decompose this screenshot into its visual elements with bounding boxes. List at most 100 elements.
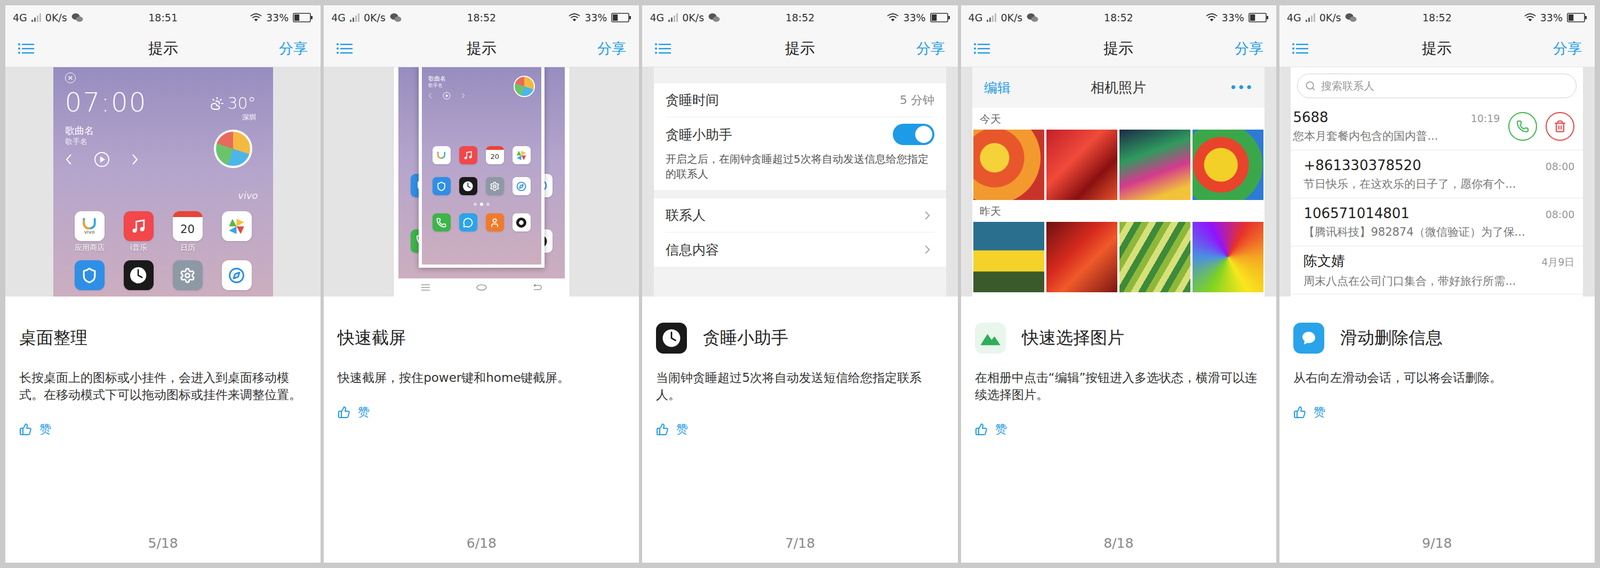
wechat-icon [71, 12, 84, 23]
network-type: 4G [649, 11, 664, 24]
play-icon[interactable] [442, 91, 451, 100]
photo-thumbnail[interactable] [1046, 221, 1118, 293]
setting-link-row[interactable]: 联系人 [665, 198, 935, 233]
camera-app-icon[interactable] [512, 213, 531, 232]
screenshot-thumbnail[interactable]: 歌曲名歌手名20 [418, 67, 545, 268]
photo-thumbnail[interactable] [973, 129, 1045, 200]
menu-button[interactable] [18, 42, 61, 55]
share-button[interactable]: 分享 [1220, 38, 1264, 59]
photo-thumbnail[interactable] [1192, 221, 1264, 293]
status-bar: 4G0K/s18:5233% [1279, 5, 1595, 30]
setting-row[interactable]: 贪睡时间5 分钟 [665, 83, 935, 118]
gallery-app-icon[interactable] [221, 211, 252, 242]
store-app-icon[interactable]: vivo [74, 211, 105, 242]
thumbs-up-icon [1293, 405, 1307, 419]
app-cell[interactable] [74, 260, 105, 291]
app-cell[interactable] [123, 260, 154, 291]
gear-app-icon[interactable] [172, 260, 203, 291]
app-cell[interactable] [221, 211, 252, 253]
like-button[interactable]: 赞 [337, 404, 370, 421]
app-cell[interactable]: vivo应用商店 [74, 211, 105, 253]
share-button[interactable]: 分享 [1539, 38, 1582, 59]
like-button[interactable]: 赞 [656, 421, 688, 438]
network-speed: 0K/s [1000, 11, 1023, 24]
network-type: 4G [331, 11, 346, 24]
store-app-icon[interactable] [432, 146, 451, 165]
search-field[interactable] [1297, 73, 1577, 99]
snooze-settings-page: 贪睡时间5 分钟贪睡小助手开启之后，在闹钟贪睡超过5次将自动发送信息给您指定的联… [653, 67, 947, 297]
like-button[interactable]: 赞 [1293, 404, 1326, 421]
home-key-icon[interactable] [475, 283, 488, 292]
clock-app-icon[interactable] [459, 177, 478, 196]
calendar-app-icon[interactable]: 20 [485, 146, 504, 165]
search-input[interactable] [1320, 78, 1569, 93]
close-button[interactable] [65, 72, 76, 84]
setting-label: 贪睡时间 [665, 91, 719, 109]
message-thread-row[interactable]: 陈文婧4月9日周末八点在公司门口集合，带好旅行所需... [1290, 246, 1583, 295]
phone-icon [436, 217, 447, 228]
delete-button[interactable] [1545, 112, 1575, 141]
share-button[interactable]: 分享 [583, 38, 627, 59]
photo-thumbnail[interactable] [1119, 129, 1191, 200]
browser-app-icon[interactable] [512, 177, 531, 196]
app-header: 提示分享 [1279, 29, 1595, 68]
setting-row[interactable]: 贪睡小助手 [665, 117, 935, 152]
clock-app-icon[interactable] [123, 260, 154, 291]
signal-icon [349, 13, 360, 22]
chat-bubble-icon [1293, 322, 1325, 354]
previous-icon[interactable] [65, 153, 73, 166]
gallery-app-icon[interactable] [512, 146, 531, 165]
phone-app-icon[interactable] [432, 213, 451, 232]
like-button[interactable]: 赞 [19, 421, 52, 438]
music-weather-widget: 07:00歌曲名歌手名30°深圳 [65, 83, 262, 190]
share-button[interactable]: 分享 [265, 38, 308, 59]
toggle-switch[interactable] [892, 123, 935, 146]
photo-thumbnail[interactable] [1119, 221, 1191, 293]
more-button[interactable]: ••• [1204, 80, 1253, 96]
music-app-icon[interactable] [123, 211, 154, 242]
menu-icon [973, 42, 990, 55]
status-bar: 4G0K/s18:5233% [323, 5, 639, 30]
menu-button[interactable] [1292, 42, 1335, 55]
message-thread-row[interactable]: +86133037852008:00节日快乐，在这欢乐的日子了，愿你有个... [1290, 150, 1583, 199]
app-cell[interactable] [172, 260, 203, 291]
menu-key-icon[interactable] [420, 283, 431, 292]
next-icon[interactable] [461, 92, 466, 99]
message-app-icon[interactable] [459, 213, 478, 232]
back-key-icon[interactable] [531, 283, 543, 292]
app-cell[interactable]: i音乐 [123, 211, 154, 253]
browser-app-icon[interactable] [221, 260, 252, 291]
music-app-icon[interactable] [459, 146, 478, 165]
like-button[interactable]: 赞 [974, 421, 1007, 438]
photo-thumbnail[interactable] [1046, 129, 1118, 200]
thread-name: 5688 [1292, 109, 1328, 126]
edit-button[interactable]: 编辑 [984, 78, 1032, 97]
compass-icon [228, 267, 245, 284]
photo-thumbnail[interactable] [1192, 129, 1264, 200]
call-button[interactable] [1508, 112, 1538, 141]
thumbs-up-icon [19, 422, 32, 436]
message-thread-row[interactable]: 568810:19您本月套餐内包含的国内普... [1290, 102, 1583, 151]
menu-button[interactable] [654, 42, 698, 55]
setting-link-row[interactable]: 信息内容 [665, 232, 935, 267]
share-button[interactable]: 分享 [902, 38, 946, 59]
next-icon[interactable] [131, 153, 139, 166]
shield-app-icon[interactable] [74, 260, 105, 291]
shield-icon [436, 181, 447, 192]
tip-title: 贪睡小助手 [702, 326, 789, 350]
photo-thumbnail[interactable] [973, 221, 1045, 293]
app-cell[interactable] [221, 260, 252, 291]
tip-card: 桌面整理长按桌面上的图标或小挂件，会进入到桌面移动模式。在移动模式下可以拖动图标… [5, 296, 321, 536]
menu-button[interactable] [973, 42, 1017, 55]
clock-face-icon [127, 264, 149, 286]
calendar-app-icon[interactable]: 20 [172, 211, 203, 242]
gear-app-icon[interactable] [485, 177, 504, 196]
thread-time: 08:00 [1545, 208, 1575, 221]
app-cell[interactable]: 20日历 [172, 211, 203, 253]
shield-app-icon[interactable] [432, 177, 451, 196]
previous-icon[interactable] [428, 92, 432, 99]
contacts-app-icon[interactable] [485, 213, 504, 232]
message-thread-row[interactable]: 10657101480108:00【腾讯科技】982874（微信验证）为了保..… [1290, 198, 1583, 247]
menu-button[interactable] [336, 42, 380, 55]
play-icon[interactable] [93, 151, 110, 168]
